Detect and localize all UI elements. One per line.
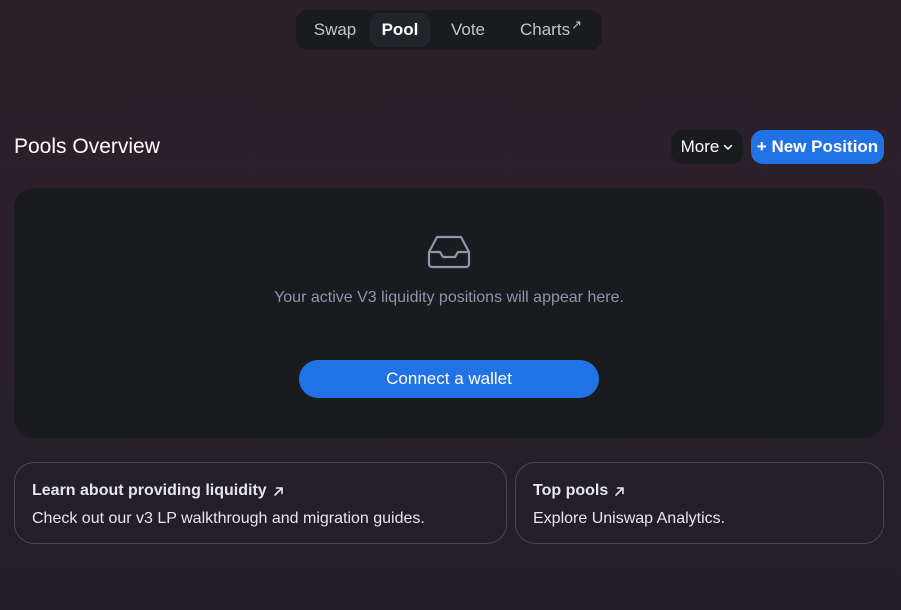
new-position-button[interactable]: + New Position [751, 130, 884, 164]
tab-vote-label: Vote [450, 20, 486, 39]
top-pools-card[interactable]: Top pools Explore Uniswap Analytics. [515, 462, 884, 544]
top-pools-title: Top pools [533, 482, 609, 499]
top-pools-title-row: Top pools [533, 481, 883, 501]
tab-pool-label: Pool [381, 20, 419, 39]
chevron-down-icon [724, 144, 733, 150]
page-title: Pools Overview [14, 135, 160, 158]
top-nav: Swap Pool Vote Charts ↗ [296, 10, 602, 50]
tab-pool[interactable]: Pool [370, 13, 430, 47]
tab-charts-label: Charts [520, 20, 571, 39]
more-button[interactable]: More [671, 130, 743, 164]
connect-wallet-label: Connect a wallet [386, 369, 512, 388]
tab-vote[interactable]: Vote [430, 13, 506, 47]
top-pools-description: Explore Uniswap Analytics. [533, 510, 726, 527]
positions-card: Your active V3 liquidity positions will … [14, 188, 884, 438]
learn-card-title-row: Learn about providing liquidity [32, 481, 506, 501]
external-link-icon: ↗ [571, 17, 582, 32]
inbox-icon [427, 235, 471, 269]
tab-swap-label: Swap [313, 20, 357, 39]
learn-card-description: Check out our v3 LP walkthrough and migr… [32, 510, 425, 527]
tab-swap[interactable]: Swap [300, 13, 370, 47]
external-link-icon [615, 486, 625, 496]
new-position-label: + New Position [756, 137, 879, 156]
empty-positions-text: Your active V3 liquidity positions will … [274, 289, 624, 306]
learn-liquidity-card[interactable]: Learn about providing liquidity Check ou… [14, 462, 507, 544]
connect-wallet-button[interactable]: Connect a wallet [299, 360, 599, 398]
learn-card-title: Learn about providing liquidity [32, 482, 267, 499]
external-link-icon [273, 486, 283, 496]
more-button-label: More [680, 137, 720, 156]
tab-charts[interactable]: Charts ↗ [506, 13, 596, 47]
